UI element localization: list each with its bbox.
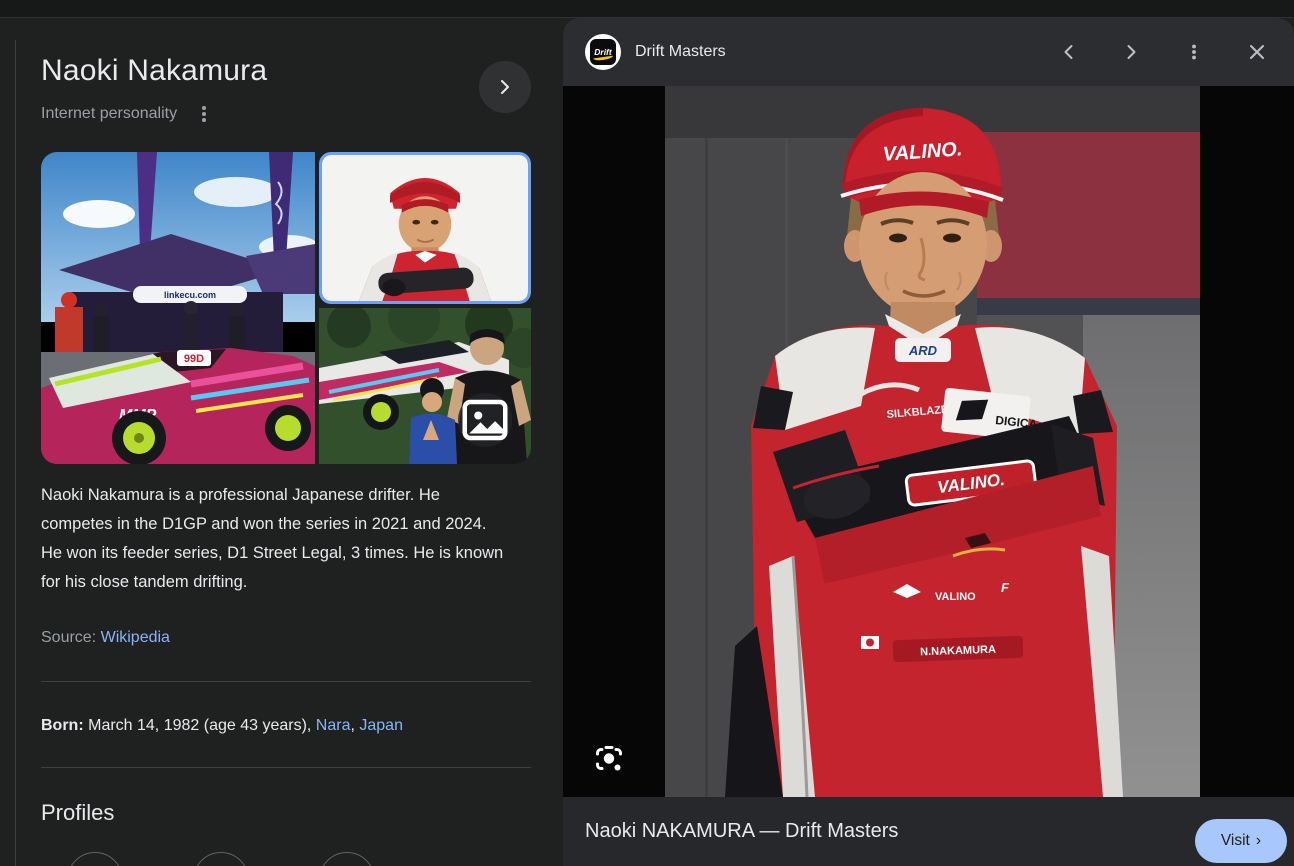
born-label: Born: bbox=[41, 717, 88, 734]
collage-photo-portrait-selected[interactable] bbox=[319, 152, 531, 304]
born-row: Born: March 14, 1982 (age 43 years), Nar… bbox=[41, 717, 403, 735]
chevron-right-icon bbox=[497, 79, 513, 95]
previous-image-button[interactable] bbox=[1049, 32, 1089, 72]
image-caption: Naoki NAKAMURA — Drift Masters bbox=[585, 797, 898, 866]
viewer-header: Drift Drift Masters bbox=[563, 18, 1294, 86]
main-image-naoki-nakamura[interactable]: VALINO. bbox=[665, 86, 1200, 797]
viewer-stage: VALINO. bbox=[563, 86, 1294, 797]
google-lens-icon bbox=[594, 744, 624, 774]
drift-car-paddock-illustration: linkecu.com 99D MMP bbox=[41, 152, 315, 464]
search-image-with-lens-button[interactable] bbox=[587, 737, 631, 781]
drift-masters-logo-icon: Drift bbox=[590, 39, 616, 65]
subtitle-row: Internet personality bbox=[41, 103, 213, 125]
viewer-footer: Naoki NAKAMURA — Drift Masters Visit › bbox=[563, 797, 1294, 866]
source-label: Source: bbox=[41, 629, 101, 646]
svg-text:F: F bbox=[1001, 580, 1010, 595]
born-japan-link[interactable]: Japan bbox=[359, 717, 403, 734]
kebab-menu-icon[interactable] bbox=[195, 105, 213, 123]
portrait-thumbnail-illustration bbox=[322, 155, 528, 301]
next-image-button[interactable] bbox=[1111, 32, 1151, 72]
source-wikipedia-link[interactable]: Wikipedia bbox=[101, 629, 170, 646]
profile-avatar[interactable] bbox=[319, 852, 375, 866]
google-search-dark-page: Naoki Nakamura Internet personality bbox=[0, 0, 1294, 866]
visit-site-button[interactable]: Visit › bbox=[1195, 819, 1287, 863]
visit-label: Visit bbox=[1221, 832, 1250, 850]
expand-panel-button[interactable] bbox=[479, 61, 531, 113]
driver-portrait-illustration: VALINO. bbox=[665, 86, 1200, 797]
close-viewer-button[interactable] bbox=[1237, 32, 1277, 72]
kebab-menu-icon bbox=[1185, 43, 1203, 61]
chevron-right-icon: › bbox=[1256, 832, 1261, 850]
viewer-site-name: Drift Masters bbox=[635, 18, 726, 86]
profiles-heading: Profiles bbox=[41, 800, 114, 826]
svg-text:ARD: ARD bbox=[908, 343, 938, 358]
chevron-right-icon bbox=[1122, 43, 1140, 61]
viewer-menu-button[interactable] bbox=[1174, 32, 1214, 72]
profile-avatar[interactable] bbox=[193, 852, 249, 866]
divider bbox=[41, 767, 531, 768]
source-row: Source: Wikipedia bbox=[41, 629, 170, 647]
born-value: March 14, 1982 (age 43 years), bbox=[88, 717, 316, 734]
tent-banner-text: linkecu.com bbox=[164, 290, 216, 300]
image-collage: linkecu.com 99D MMP bbox=[41, 152, 531, 464]
page-title: Naoki Nakamura bbox=[41, 54, 267, 88]
image-viewer-panel: Drift Drift Masters bbox=[563, 18, 1294, 866]
car-number-text: 99D bbox=[184, 353, 204, 365]
close-icon bbox=[1247, 42, 1267, 62]
born-nara-link[interactable]: Nara bbox=[316, 717, 351, 734]
site-favicon: Drift bbox=[585, 34, 621, 70]
panel-left-divider bbox=[15, 40, 16, 866]
chevron-left-icon bbox=[1060, 43, 1078, 61]
svg-text:VALINO: VALINO bbox=[935, 591, 976, 603]
favicon-text: Drift bbox=[594, 47, 611, 57]
collage-photo-drift-car-paddock[interactable]: linkecu.com 99D MMP bbox=[41, 152, 315, 464]
more-images-button[interactable] bbox=[458, 393, 512, 447]
collage-photo-fans-with-car[interactable] bbox=[319, 308, 531, 464]
subtitle: Internet personality bbox=[41, 105, 177, 123]
top-edge-strip bbox=[0, 0, 1294, 18]
image-stack-icon bbox=[458, 393, 512, 447]
profile-avatar[interactable] bbox=[67, 852, 123, 866]
divider bbox=[41, 681, 531, 682]
description-text: Naoki Nakamura is a professional Japanes… bbox=[41, 481, 511, 597]
